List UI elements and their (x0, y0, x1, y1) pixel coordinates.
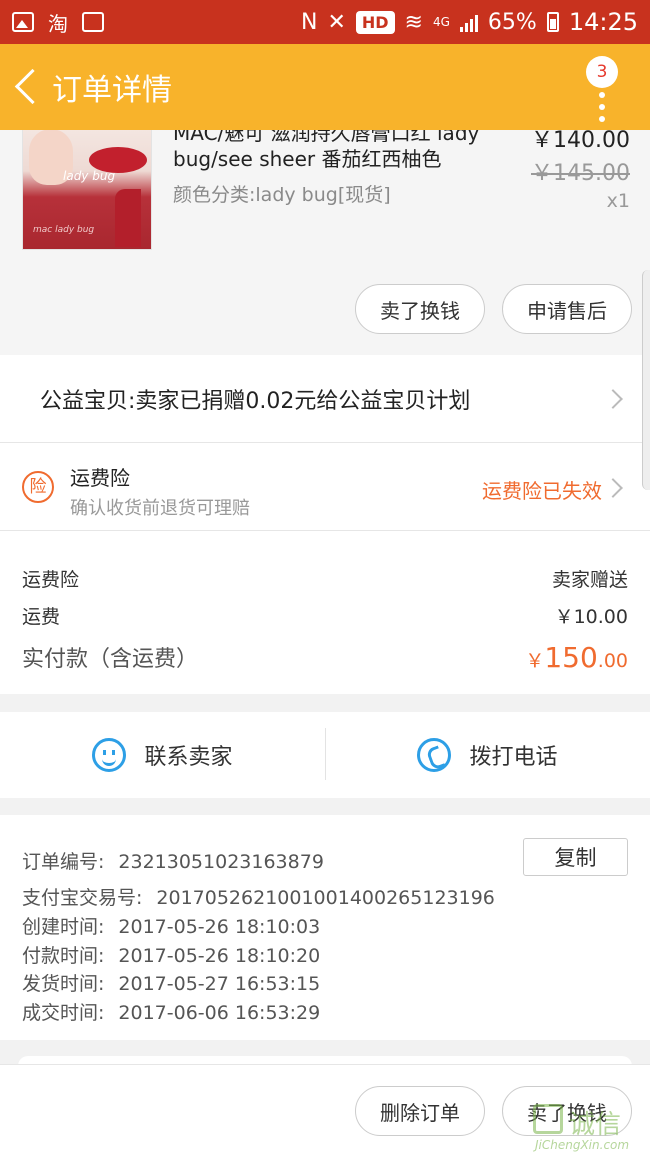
order-number: 23213051023163879 (118, 851, 324, 873)
insurance-fee-label: 运费险 (22, 569, 80, 591)
created-time-label: 创建时间: (22, 916, 105, 938)
contact-seller-label: 联系卖家 (144, 745, 233, 770)
alipay-number-row: 支付宝交易号: 2017052621001001400265123196 (22, 883, 495, 910)
taobao-icon: 淘 (48, 11, 68, 36)
alipay-number: 2017052621001001400265123196 (156, 887, 495, 909)
chevron-right-icon (603, 389, 623, 409)
notification-badge: 3 (586, 56, 618, 88)
contact-seller-button[interactable]: 联系卖家 (0, 712, 325, 798)
total-decimals: .00 (597, 650, 628, 672)
product-quantity: x1 (606, 190, 630, 212)
created-time-row: 创建时间: 2017-05-26 18:10:03 (22, 912, 320, 939)
delete-order-button[interactable]: 删除订单 (355, 1086, 485, 1136)
call-phone-label: 拨打电话 (469, 745, 558, 770)
nfc-icon: N (300, 9, 318, 35)
alipay-number-label: 支付宝交易号: (22, 887, 143, 909)
battery-icon (546, 12, 559, 32)
insurance-title: 运费险 (70, 466, 130, 490)
mute-icon: ✕ (327, 9, 346, 35)
order-number-label: 订单编号: (22, 851, 105, 873)
product-spec: 颜色分类:lady bug[现货] (173, 184, 391, 206)
watermark-text: 诚信 (569, 1110, 622, 1140)
copy-button[interactable]: 复制 (523, 838, 628, 876)
order-number-row: 订单编号: 23213051023163879 (22, 847, 324, 874)
call-phone-button[interactable]: 拨打电话 (325, 712, 650, 798)
status-bar: 淘 N ✕ HD ≋ 4G 65% 14:25 (0, 0, 650, 44)
shipping-insurance-row[interactable]: 险 运费险 确认收货前退货可理赔 运费险已失效 (0, 443, 650, 531)
hd-badge: HD (355, 10, 395, 34)
insurance-fee-value: 卖家赠送 (551, 569, 628, 591)
paid-time-row: 付款时间: 2017-05-26 18:10:20 (22, 941, 320, 968)
product-image[interactable]: lady bug mac lady bug (22, 118, 152, 250)
watermark-logo: 诚信 JiChengXin.com (533, 1104, 648, 1154)
product-image-label: lady bug (63, 169, 116, 183)
charity-text: 公益宝贝:卖家已捐赠0.02元给公益宝贝计划 (40, 388, 471, 414)
total-currency: ￥ (525, 650, 545, 672)
completed-time: 2017-06-06 16:53:29 (118, 1002, 321, 1024)
paid-time-label: 付款时间: (22, 945, 105, 967)
scrollbar[interactable] (642, 270, 650, 490)
product-image-brand: mac lady bug (33, 225, 95, 235)
shipped-time-label: 发货时间: (22, 973, 105, 995)
charity-row[interactable]: 公益宝贝:卖家已捐赠0.02元给公益宝贝计划 (0, 355, 650, 443)
shipped-time-row: 发货时间: 2017-05-27 16:53:15 (22, 969, 320, 996)
total-paid-label: 实付款（含运费） (22, 647, 199, 672)
chat-icon (92, 738, 127, 772)
clock: 14:25 (568, 8, 638, 36)
shipping-fee-value: ￥10.00 (554, 606, 628, 628)
more-dots-icon (599, 92, 605, 128)
watermark-sub: JiChengXin.com (535, 1138, 630, 1152)
sell-for-cash-button[interactable]: 卖了换钱 (355, 284, 485, 334)
app-header: 订单详情 3 (0, 44, 650, 130)
shipping-fee-label: 运费 (22, 606, 61, 628)
after-sale-button[interactable]: 申请售后 (502, 284, 632, 334)
insurance-icon: 险 (22, 471, 54, 503)
network-type: 4G (432, 15, 450, 29)
more-menu-button[interactable]: 3 (586, 50, 626, 122)
wifi-icon: ≋ (404, 9, 423, 35)
shipped-time: 2017-05-27 16:53:15 (118, 973, 321, 995)
order-info: 订单编号: 23213051023163879 复制 支付宝交易号: 2017052… (0, 815, 650, 1040)
chevron-right-icon (603, 478, 623, 498)
image-icon (12, 12, 34, 32)
insurance-status: 运费险已失效 (482, 479, 602, 503)
total-paid-value: ￥150.00 (525, 641, 628, 674)
completed-time-label: 成交时间: (22, 1002, 105, 1024)
fee-summary: 运费险 卖家赠送 运费 ￥10.00 实付款（含运费） ￥150.00 (0, 531, 650, 694)
contact-bar: 联系卖家 拨打电话 (0, 712, 650, 798)
clipboard-icon (82, 12, 104, 32)
battery-percent: 65% (487, 9, 537, 35)
phone-icon (417, 738, 452, 772)
created-time: 2017-05-26 18:10:03 (118, 916, 321, 938)
product-card[interactable]: lady bug mac lady bug MAC/魅可 滋润持久唇膏口红 la… (0, 100, 650, 355)
paid-time: 2017-05-26 18:10:20 (118, 945, 321, 967)
completed-time-row: 成交时间: 2017-06-06 16:53:29 (22, 998, 320, 1025)
insurance-subtitle: 确认收货前退货可理赔 (70, 498, 250, 519)
product-original-price: ￥145.00 (531, 161, 630, 186)
watermark-icon (533, 1104, 563, 1134)
back-arrow-icon[interactable] (8, 44, 52, 130)
total-amount: 150 (544, 641, 598, 674)
signal-icon (459, 12, 478, 32)
page-title: 订单详情 (52, 73, 172, 108)
